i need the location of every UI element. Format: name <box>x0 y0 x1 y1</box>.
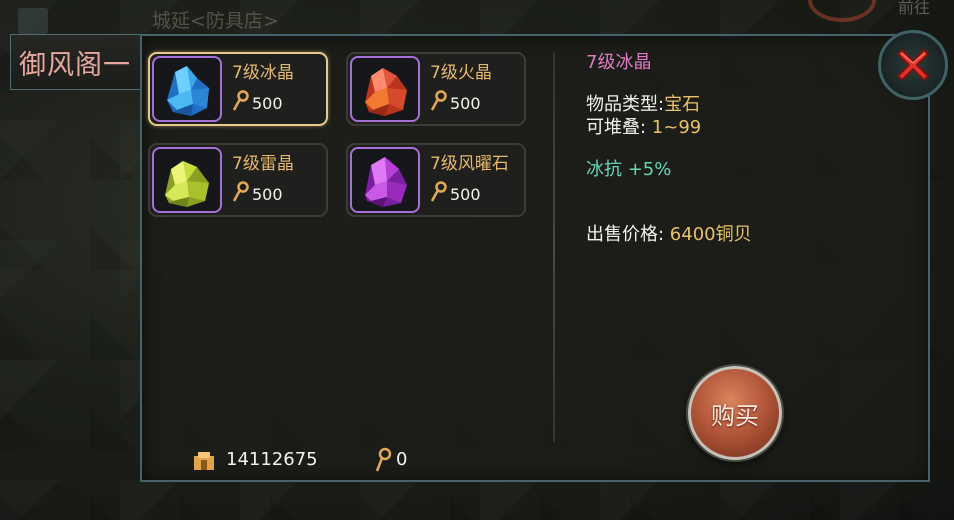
detail-stack: 可堆叠: 1~99 <box>586 113 701 139</box>
key-currency-icon <box>375 447 392 472</box>
shop-tab-label: 御风阁一 <box>19 49 131 81</box>
panel-divider <box>553 52 555 442</box>
copper-coin-icon <box>194 452 214 470</box>
item-price: 500 <box>252 185 283 204</box>
key-amount: 0 <box>396 449 408 470</box>
item-price: 500 <box>252 94 283 113</box>
close-button[interactable] <box>878 30 948 100</box>
wind-obsidian-icon <box>350 147 420 213</box>
detail-stack-value: 1~99 <box>646 117 702 138</box>
ice-crystal-icon <box>152 56 222 122</box>
detail-sell-label: 出售价格: <box>586 224 665 245</box>
shop-tab[interactable]: 御风阁一 <box>10 34 142 90</box>
shop-item-thunder-crystal[interactable]: 7级雷晶 500 <box>148 143 328 217</box>
item-name: 7级风曜石 <box>430 154 509 174</box>
detail-sell-price: 出售价格: 6400铜贝 <box>586 220 752 246</box>
detail-item-title: 7级冰晶 <box>586 52 652 73</box>
detail-sell-value: 6400铜贝 <box>664 224 752 245</box>
shop-item-wind-obsidian[interactable]: 7级风曜石 500 <box>346 143 526 217</box>
buy-button-label: 购买 <box>711 401 759 430</box>
key-currency-icon <box>232 181 249 202</box>
buy-button[interactable]: 购买 <box>688 366 782 460</box>
detail-type-label: 物品类型: <box>586 94 665 115</box>
close-icon <box>897 49 929 81</box>
key-currency-icon <box>232 90 249 111</box>
background-corner-text: 前往 <box>898 0 931 17</box>
background-scene-text: 城延<防具店> <box>152 10 279 32</box>
fire-crystal-icon <box>350 56 420 122</box>
shop-item-ice-crystal[interactable]: 7级冰晶 500 <box>148 52 328 126</box>
item-name: 7级火晶 <box>430 63 492 83</box>
item-name: 7级雷晶 <box>232 154 294 174</box>
copper-amount: 14112675 <box>226 449 318 470</box>
thunder-crystal-icon <box>152 147 222 213</box>
detail-stack-label: 可堆叠: <box>586 117 647 138</box>
key-currency-icon <box>430 90 447 111</box>
background-hud-icon <box>18 8 48 34</box>
key-currency-icon <box>430 181 447 202</box>
item-price: 500 <box>450 94 481 113</box>
detail-type-value: 宝石 <box>664 94 701 115</box>
detail-attribute: 冰抗 +5% <box>586 159 672 180</box>
item-price: 500 <box>450 185 481 204</box>
shop-item-fire-crystal[interactable]: 7级火晶 500 <box>346 52 526 126</box>
item-name: 7级冰晶 <box>232 63 294 83</box>
